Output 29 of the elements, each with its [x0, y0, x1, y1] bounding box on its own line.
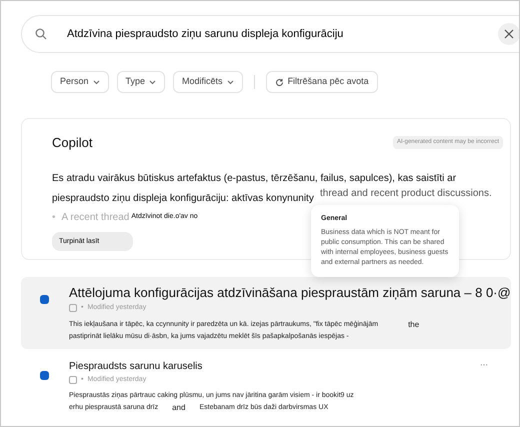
filter-button[interactable]: Filtrēšana pēc avota	[266, 71, 378, 93]
refresh-icon	[274, 78, 284, 86]
chevron-icon	[92, 80, 100, 84]
snippet-text: and	[172, 402, 186, 414]
file-icon	[69, 376, 77, 384]
search-field[interactable]: Atdzīvina piespraudsto ziņu sarunu displeja konfigurāciju	[21, 15, 519, 53]
result-title[interactable]: Attēlojuma konfigurācijas atdzīvināšana piespraustām ziņām saruna – 8 0·@	[69, 284, 511, 302]
bullet-icon: •	[52, 210, 56, 225]
chevron-icon	[226, 80, 234, 84]
card-title: Copilot	[52, 134, 92, 152]
close-button[interactable]	[498, 23, 519, 45]
search-icon	[35, 28, 47, 40]
summary-text: A recent thread	[62, 211, 130, 225]
file-icon	[69, 304, 77, 312]
filter-button[interactable]: Person	[51, 71, 109, 93]
search-input[interactable]: Atdzīvina piespraudsto ziņu sarunu displeja konfigurāciju	[67, 26, 447, 42]
result-item[interactable]	[21, 277, 511, 348]
filter-button[interactable]: Modificēts	[173, 71, 243, 93]
snippet-text: the	[408, 318, 420, 330]
app-icon	[40, 295, 49, 304]
result-title[interactable]: Piespraudsts sarunu karuselis	[69, 360, 202, 374]
summary-text: piespraudsto ziņu displeja konfigurāciju: aktīvas konynunity	[52, 192, 314, 204]
app-icon	[40, 370, 49, 380]
more-button[interactable]: ···	[480, 358, 488, 370]
close-icon	[504, 29, 514, 39]
filter-button[interactable]: Type	[116, 71, 166, 93]
summary-text: Es atradu vairākus būtiskus artefaktus (e-pastus, tērzēšanu, failus, sapulces), kas saistīti ar	[52, 172, 456, 184]
chevron-icon	[149, 80, 156, 84]
summary-text: thread and recent product discussions.	[320, 186, 492, 200]
